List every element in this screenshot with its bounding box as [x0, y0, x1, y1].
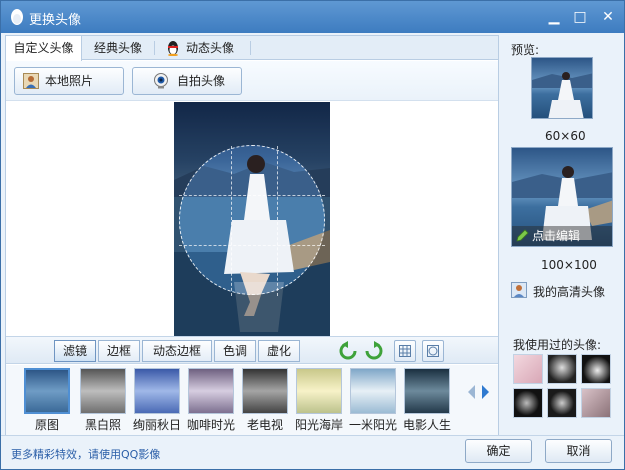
title-bar: 更换头像 ▁ □ ✕	[1, 1, 624, 33]
grid-toggle-button[interactable]	[394, 340, 416, 362]
rotate-left-icon[interactable]	[338, 341, 358, 361]
used-avatar-thumb[interactable]	[581, 388, 611, 418]
tab-dynamic-avatar[interactable]: 动态头像	[162, 36, 248, 60]
tab-custom-avatar[interactable]: 自定义头像	[6, 36, 82, 61]
used-avatar-thumb[interactable]	[513, 388, 543, 418]
filter-label: 阳光海岸	[294, 418, 343, 432]
used-avatar-thumb[interactable]	[581, 354, 611, 384]
editor-panel: 自定义头像 经典头像 动态头像 本地照片 自拍头像 滤镜 边框 动态边框 色调 …	[5, 35, 499, 435]
local-photo-label: 本地照片	[45, 74, 94, 88]
used-avatar-thumb[interactable]	[547, 388, 577, 418]
preview-60	[531, 57, 593, 119]
used-avatar-thumb[interactable]	[513, 354, 543, 384]
tab-label: 自定义头像	[13, 41, 74, 55]
minimize-button[interactable]: ▁	[546, 9, 562, 25]
filter-preview	[405, 369, 449, 413]
filter-thumb-sunlight[interactable]	[350, 368, 396, 414]
filter-prev-arrow-icon[interactable]	[468, 385, 475, 399]
webcam-icon	[154, 73, 168, 89]
photo-preview[interactable]	[174, 102, 330, 336]
preview-100[interactable]: 点击编辑	[511, 147, 613, 247]
filter-preview	[26, 370, 68, 412]
grid-icon	[399, 345, 411, 357]
filter-preview	[135, 369, 179, 413]
filter-thumb-original[interactable]	[24, 368, 70, 414]
filter-label: 咖啡时光	[186, 418, 235, 432]
hd-avatar-link[interactable]: 我的高清头像	[511, 281, 621, 299]
circle-crop-button[interactable]	[422, 340, 444, 362]
edit-label: 点击编辑	[532, 229, 581, 243]
tab-divider	[250, 41, 251, 55]
filter-thumb-coffee[interactable]	[188, 368, 234, 414]
used-avatars-label: 我使用过的头像:	[513, 338, 602, 352]
change-avatar-window: 更换头像 ▁ □ ✕ 自定义头像 经典头像 动态头像 本地照片 自拍头像 滤镜 …	[0, 0, 625, 470]
effects-tab-bar: 滤镜 边框 动态边框 色调 虚化	[6, 336, 498, 364]
filter-preview	[81, 369, 125, 413]
preview-60-size: 60×60	[545, 129, 586, 143]
filter-preview	[351, 369, 395, 413]
tab-classic-avatar[interactable]: 经典头像	[86, 36, 150, 60]
filter-list: 原图 黑白照 绚丽秋日 咖啡时光 老电视 阳光海岸 一米阳光 电影人生	[6, 365, 498, 435]
filter-thumb-bw[interactable]	[80, 368, 126, 414]
tab-filter[interactable]: 滤镜	[54, 340, 96, 362]
preview-label: 预览:	[511, 43, 540, 57]
edit-overlay[interactable]: 点击编辑	[512, 226, 612, 246]
close-button[interactable]: ✕	[600, 9, 616, 25]
user-photo-icon	[23, 73, 39, 89]
cancel-button[interactable]: 取消	[545, 439, 612, 463]
circle-crop-icon	[427, 345, 439, 357]
selfie-button[interactable]: 自拍头像	[132, 67, 242, 95]
filter-label: 电影人生	[402, 418, 451, 432]
filter-thumb-autumn[interactable]	[134, 368, 180, 414]
qq-penguin-icon	[168, 41, 178, 56]
tab-tone[interactable]: 色调	[214, 340, 256, 362]
crop-grid-line	[231, 146, 232, 296]
rotate-right-icon[interactable]	[364, 341, 384, 361]
filter-label: 绚丽秋日	[132, 418, 181, 432]
filter-preview	[297, 369, 341, 413]
crop-grid-line	[179, 245, 325, 246]
footer-divider	[1, 435, 624, 436]
preview-100-size: 100×100	[541, 258, 597, 272]
preview-60-image	[532, 72, 592, 118]
crop-circle[interactable]	[179, 145, 325, 295]
filter-label: 一米阳光	[348, 418, 397, 432]
tab-border[interactable]: 边框	[98, 340, 140, 362]
filter-label: 原图	[34, 418, 59, 432]
filter-label: 黑白照	[84, 418, 121, 432]
tab-bar: 自定义头像 经典头像 动态头像	[6, 36, 498, 61]
filter-thumb-old-tv[interactable]	[242, 368, 288, 414]
crop-grid-line	[277, 146, 278, 296]
tab-divider	[154, 41, 155, 55]
filter-thumb-sunny-coast[interactable]	[296, 368, 342, 414]
photo-canvas	[6, 102, 498, 336]
window-title: 更换头像	[29, 13, 82, 28]
source-toolbar: 本地照片 自拍头像	[6, 61, 498, 101]
hd-avatar-label: 我的高清头像	[533, 285, 606, 299]
filter-next-arrow-icon[interactable]	[482, 385, 489, 399]
tab-dynamic-border[interactable]: 动态边框	[142, 340, 212, 362]
tab-label: 经典头像	[93, 41, 142, 55]
ok-button[interactable]: 确定	[465, 439, 532, 463]
tab-blur[interactable]: 虚化	[258, 340, 300, 362]
maximize-button[interactable]: □	[572, 9, 588, 25]
selfie-label: 自拍头像	[177, 74, 226, 88]
crop-grid-line	[179, 195, 325, 196]
pencil-icon	[516, 229, 529, 242]
user-avatar-icon	[511, 282, 527, 298]
filter-preview	[189, 369, 233, 413]
filter-thumb-movie[interactable]	[404, 368, 450, 414]
more-effects-link[interactable]: 更多精彩特效，请使用QQ影像	[11, 446, 160, 462]
qq-penguin-icon	[11, 9, 23, 25]
filter-label: 老电视	[246, 418, 283, 432]
used-avatar-thumb[interactable]	[547, 354, 577, 384]
local-photo-button[interactable]: 本地照片	[14, 67, 124, 95]
filter-preview	[243, 369, 287, 413]
tab-label: 动态头像	[186, 41, 235, 55]
